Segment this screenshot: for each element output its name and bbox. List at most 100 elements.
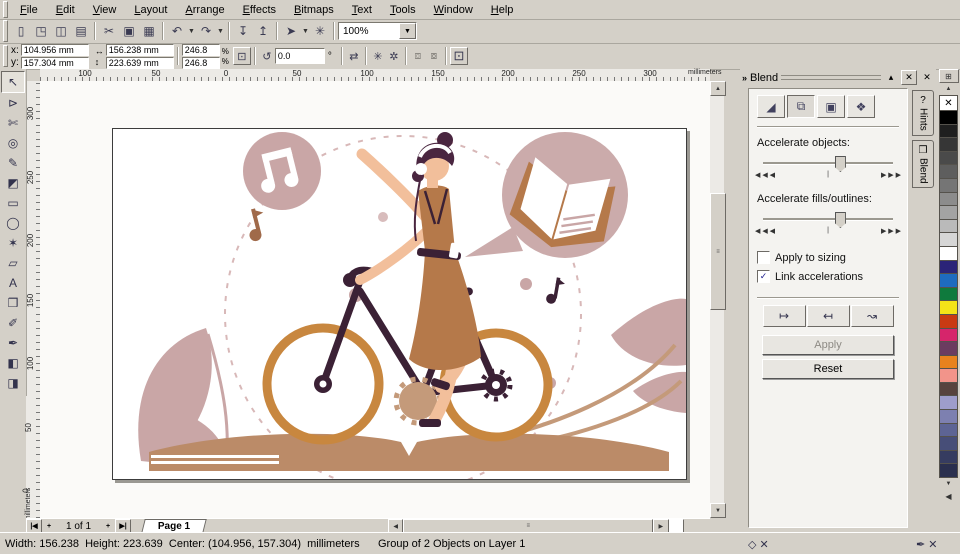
application-launcher-button[interactable]: ➤ — [281, 22, 301, 40]
redo-dropdown[interactable]: ▼ — [216, 28, 225, 35]
menu-window[interactable]: Window — [425, 2, 482, 18]
undo-button[interactable]: ↶ — [167, 22, 187, 40]
docker-group-close-button[interactable]: ✕ — [920, 71, 934, 84]
palette-swatch[interactable] — [939, 463, 958, 478]
vertical-scroll-thumb[interactable]: ≡ — [710, 193, 726, 310]
palette-swatch[interactable] — [939, 409, 958, 424]
trim-button[interactable]: ⧇ — [426, 48, 442, 64]
palette-swatch[interactable] — [939, 110, 958, 125]
nonproportional-scaling-lock-button[interactable]: ⊡ — [233, 47, 251, 65]
docker-close-button[interactable]: ✕ — [901, 70, 917, 85]
toolbar-drag-handle[interactable] — [3, 20, 8, 41]
scale-x-field[interactable]: 246.8 — [182, 44, 220, 56]
palette-swatch[interactable] — [939, 219, 958, 234]
eyedropper-tool[interactable]: ✐ — [2, 313, 24, 333]
menu-bitmaps[interactable]: Bitmaps — [285, 2, 343, 18]
accelerate-objects-slider[interactable] — [759, 155, 897, 171]
mirror-button[interactable]: ⇄ — [346, 48, 362, 64]
apply-to-sizing-checkbox[interactable] — [757, 251, 770, 264]
scroll-down-button[interactable]: ▼ — [710, 503, 726, 518]
artwork-woman-on-bicycle[interactable] — [113, 129, 686, 479]
drawing-page[interactable] — [112, 128, 687, 480]
docker-collapse-button[interactable]: ▴ — [884, 71, 898, 84]
menu-view[interactable]: View — [84, 2, 126, 18]
freehand-tool[interactable]: ✎ — [2, 153, 24, 173]
menu-layout[interactable]: Layout — [125, 2, 176, 18]
tab-hints[interactable]: ? Hints — [912, 90, 934, 136]
save-button[interactable]: ◫ — [51, 22, 71, 40]
text-tool[interactable]: A — [2, 273, 24, 293]
redo-button[interactable]: ↷ — [196, 22, 216, 40]
palette-swatch[interactable] — [939, 232, 958, 247]
application-launcher-dropdown[interactable]: ▼ — [301, 28, 310, 35]
blend-end-button[interactable]: ↤ — [807, 305, 850, 327]
polygon-tool[interactable]: ✶ — [2, 233, 24, 253]
tab-blend[interactable]: ❒ Blend — [912, 140, 934, 189]
print-button[interactable]: ▤ — [71, 22, 91, 40]
shape-tool[interactable]: ⊳ — [2, 93, 24, 113]
misc-blend-options-button[interactable]: ❖ — [847, 95, 875, 118]
docker-expand-icon[interactable]: » — [742, 73, 747, 83]
apply-button[interactable]: Apply — [762, 335, 894, 355]
outline-pen-tool[interactable]: ✒ — [2, 333, 24, 353]
export-button[interactable]: ↥ — [253, 22, 273, 40]
palette-swatch[interactable] — [939, 287, 958, 302]
palette-swatch[interactable] — [939, 151, 958, 166]
zoom-level-combo[interactable]: 100% ▼ — [338, 22, 417, 40]
corel-online-button[interactable]: ✳ — [310, 22, 330, 40]
horizontal-scroll-thumb[interactable]: ≡ — [403, 519, 653, 533]
add-page-after-button[interactable]: + — [101, 520, 115, 532]
chevron-down-icon[interactable]: ▼ — [399, 23, 416, 39]
blend-acceleration-button[interactable]: ⧉ — [787, 95, 815, 118]
palette-swatch[interactable] — [939, 178, 958, 193]
x-position-field[interactable]: 104.956 mm — [21, 44, 89, 56]
ellipse-tool[interactable]: ◯ — [2, 213, 24, 233]
zoom-tool[interactable]: ◎ — [2, 133, 24, 153]
blend-path-button[interactable]: ↝ — [851, 305, 894, 327]
menubar-drag-handle[interactable] — [3, 1, 8, 18]
palette-swatch[interactable] — [939, 341, 958, 356]
weld-button[interactable]: ⧈ — [410, 48, 426, 64]
palette-swatch[interactable] — [939, 192, 958, 207]
palette-swatch[interactable] — [939, 395, 958, 410]
basic-shapes-tool[interactable]: ▱ — [2, 253, 24, 273]
palette-swatch[interactable] — [939, 450, 958, 465]
page-tab[interactable]: Page 1 — [141, 519, 207, 533]
interactive-blend-tool[interactable]: ❒ — [2, 293, 24, 313]
menu-effects[interactable]: Effects — [234, 2, 285, 18]
palette-swatch[interactable] — [939, 328, 958, 343]
menu-file[interactable]: File — [11, 2, 47, 18]
canvas-vertical-scrollbar[interactable]: ▲ ≡ ▼ — [710, 81, 724, 518]
palette-swatch[interactable] — [939, 423, 958, 438]
object-height-field[interactable]: 223.639 mm — [106, 57, 174, 69]
blend-start-button[interactable]: ↦ — [763, 305, 806, 327]
menu-arrange[interactable]: Arrange — [176, 2, 233, 18]
menu-text[interactable]: Text — [343, 2, 381, 18]
drawing-canvas[interactable] — [40, 81, 710, 518]
palette-swatch[interactable] — [939, 436, 958, 451]
slider-thumb[interactable] — [835, 156, 846, 172]
new-button[interactable]: ▯ — [11, 22, 31, 40]
open-button[interactable]: ◳ — [31, 22, 51, 40]
outline-color-indicator[interactable]: ✒ ✕ — [916, 538, 938, 551]
palette-swatch[interactable] — [939, 300, 958, 315]
fill-color-indicator[interactable]: ◇ ✕ — [748, 538, 769, 551]
rectangle-tool[interactable]: ▭ — [2, 193, 24, 213]
undo-dropdown[interactable]: ▼ — [187, 28, 196, 35]
blend-steps-button[interactable]: ◢ — [757, 95, 785, 118]
palette-swatch[interactable] — [939, 205, 958, 220]
crop-tool[interactable]: ✄ — [2, 113, 24, 133]
palette-scroll-down-button[interactable]: ▼ — [940, 478, 958, 490]
first-page-button[interactable]: |◀ — [26, 519, 42, 533]
menu-edit[interactable]: Edit — [47, 2, 84, 18]
no-color-swatch[interactable]: ✕ — [939, 95, 958, 111]
object-width-field[interactable]: 156.238 mm — [106, 44, 174, 56]
add-page-before-button[interactable]: + — [42, 520, 56, 532]
menu-help[interactable]: Help — [482, 2, 523, 18]
break-apart-button[interactable]: ✲ — [386, 48, 402, 64]
blend-color-button[interactable]: ▣ — [817, 95, 845, 118]
palette-swatch[interactable] — [939, 355, 958, 370]
palette-swatch[interactable] — [939, 124, 958, 139]
link-accelerations-checkbox[interactable]: ✓ — [757, 270, 770, 283]
rotation-angle-field[interactable]: 0.0 — [275, 48, 325, 64]
